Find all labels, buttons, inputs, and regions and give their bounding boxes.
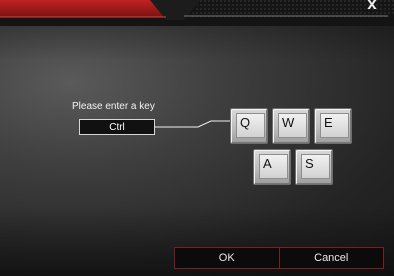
dialog-button-bar: OK Cancel	[174, 247, 384, 269]
keycap-w[interactable]: W	[272, 108, 310, 144]
keycap-label: E	[320, 113, 349, 138]
keycap-s[interactable]: S	[295, 149, 333, 185]
keycap-e[interactable]: E	[314, 108, 352, 144]
cancel-button[interactable]: Cancel	[278, 248, 384, 268]
keycap-q[interactable]: Q	[230, 108, 268, 144]
keycap-a[interactable]: A	[253, 149, 291, 185]
keycap-label: Q	[236, 113, 265, 138]
keycap-label: A	[259, 154, 288, 179]
keycap-label: W	[278, 113, 307, 138]
ok-button[interactable]: OK	[175, 248, 279, 268]
key-assign-dialog: x Please enter a key Ctrl Q W E A S OK C…	[0, 0, 394, 276]
keycap-label: S	[301, 154, 330, 179]
